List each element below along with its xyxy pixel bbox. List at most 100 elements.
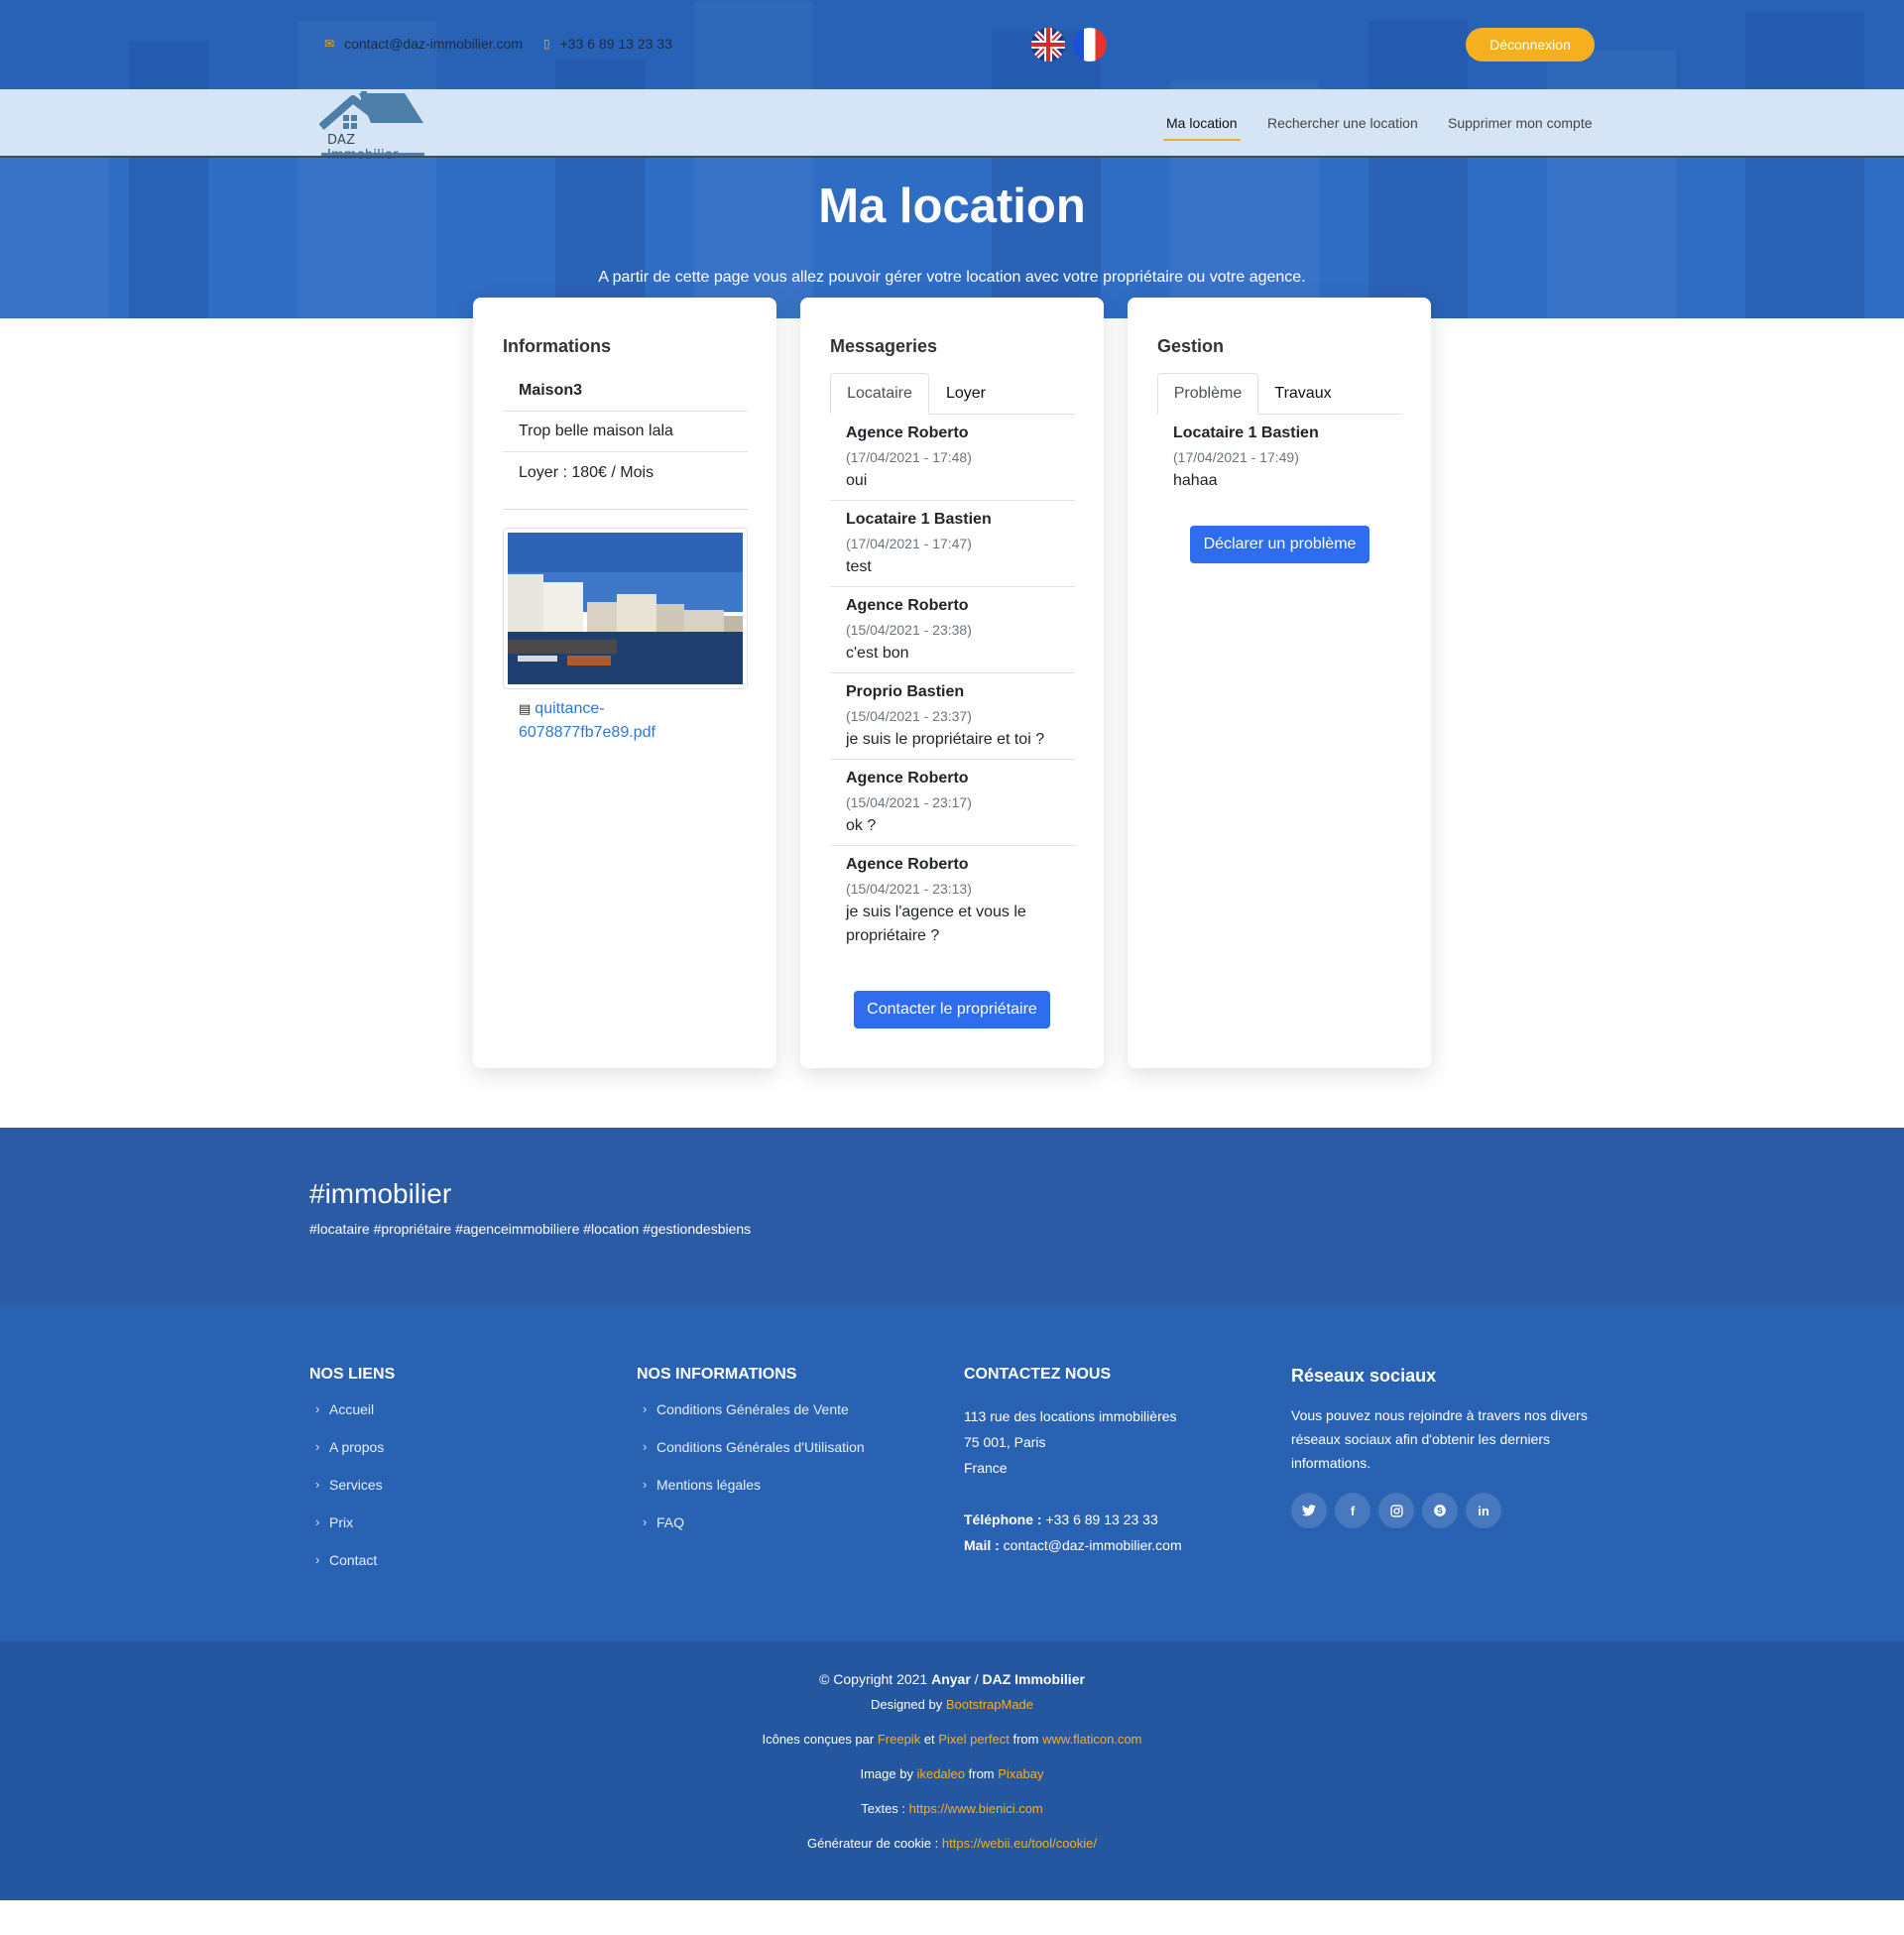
list-item: Locataire 1 Bastien (17/04/2021 - 17:47)… [830, 501, 1075, 587]
address-line: 75 001, Paris [964, 1434, 1046, 1450]
social-description: Vous pouvez nous rejoindre à travers nos… [1291, 1407, 1588, 1471]
footer-link-prix[interactable]: › Prix [309, 1514, 384, 1552]
list-item: Agence Roberto (15/04/2021 - 23:13) je s… [846, 856, 1026, 944]
divider [503, 509, 748, 510]
daz-logo[interactable]: DAZ Immobilier [318, 89, 426, 163]
footer-link-faq[interactable]: › FAQ [637, 1514, 865, 1552]
chevron-right-icon: › [315, 1401, 320, 1416]
logout-button[interactable]: Déconnexion [1466, 28, 1595, 61]
tab-loyer[interactable]: Loyer [929, 373, 1003, 415]
pixabay-link[interactable]: Pixabay [998, 1766, 1043, 1781]
chevron-right-icon: › [643, 1477, 648, 1492]
flaticon-link[interactable]: www.flaticon.com [1042, 1732, 1141, 1747]
french-flag-icon[interactable] [1073, 28, 1107, 61]
bootstrapmade-link[interactable]: BootstrapMade [946, 1697, 1033, 1712]
instagram-icon[interactable] [1378, 1493, 1414, 1528]
page-title: Ma location [818, 180, 1086, 233]
tab-travaux[interactable]: Travaux [1258, 373, 1348, 415]
messageries-card: Messageries Locataire Loyer Agence Rober… [800, 298, 1104, 1068]
envelope-icon: ✉ [324, 37, 335, 51]
messageries-tabs: Locataire Loyer [830, 373, 1075, 415]
copyright-line: © Copyright 2021 Anyar / DAZ Immobilier [819, 1671, 1085, 1687]
chevron-right-icon: › [315, 1439, 320, 1454]
chevron-right-icon: › [315, 1477, 320, 1492]
messageries-title: Messageries [830, 336, 938, 356]
property-photo[interactable] [503, 528, 748, 689]
property-description: Trop belle maison lala [503, 412, 748, 452]
list-item: Agence Roberto (15/04/2021 - 23:17) ok ? [830, 760, 1075, 846]
quittance-pdf-link[interactable]: ▤ quittance-6078877fb7e89.pdf [519, 697, 717, 745]
gestion-list: Locataire 1 Bastien (17/04/2021 - 17:49)… [1157, 415, 1402, 500]
english-flag-icon[interactable] [1031, 28, 1065, 61]
hero-banner: ✉ contact@daz-immobilier.com ▯ +33 6 89 … [0, 0, 1904, 318]
cookie-credit-line: Générateur de cookie : https://webii.eu/… [807, 1836, 1097, 1851]
messages-list: Agence Roberto (17/04/2021 - 17:48) oui … [830, 415, 1075, 955]
footer-link-cgv[interactable]: › Conditions Générales de Vente [637, 1401, 865, 1439]
topbar [0, 0, 1904, 89]
gestion-card: Gestion Problème Travaux Locataire 1 Bas… [1128, 298, 1431, 1068]
footer-links: › Accueil › A propos › Services › Prix › Cont… [309, 1401, 384, 1590]
tab-locataire[interactable]: Locataire [830, 373, 929, 415]
address-line: France [964, 1460, 1008, 1476]
topbar-phone[interactable]: ▯ +33 6 89 13 23 33 [543, 36, 672, 52]
band-title: #immobilier [309, 1178, 452, 1209]
list-item: Locataire 1 Bastien (17/04/2021 - 17:49)… [1173, 424, 1319, 489]
informations-list: Maison3 Trop belle maison lala Loyer : 1… [503, 371, 748, 493]
designed-by-line: Designed by BootstrapMade [870, 1697, 1034, 1712]
gestion-tabs: Problème Travaux [1157, 373, 1402, 415]
topbar-email[interactable]: ✉ contact@daz-immobilier.com [324, 36, 523, 52]
footer-contact: 113 rue des locations immobilières 75 00… [964, 1403, 1202, 1558]
nav-supprimer-compte[interactable]: Supprimer mon compte [1448, 115, 1593, 131]
nav-ma-location[interactable]: Ma location [1163, 115, 1241, 141]
icons-credit-line: Icônes conçues par Freepik et Pixel perf… [762, 1732, 1142, 1747]
copyright-section: © Copyright 2021 Anyar / DAZ Immobilier … [0, 1641, 1904, 1900]
footer-link-a-propos[interactable]: › A propos [309, 1439, 384, 1477]
footer-mail: Mail : contact@daz-immobilier.com [964, 1537, 1182, 1553]
contact-owner-button[interactable]: Contacter le propriétaire [854, 991, 1050, 1028]
gestion-title: Gestion [1157, 336, 1225, 356]
skype-icon[interactable]: S [1422, 1493, 1458, 1528]
pixel-perfect-link[interactable]: Pixel perfect [938, 1732, 1010, 1747]
facebook-icon[interactable]: f [1335, 1493, 1370, 1528]
freepik-link[interactable]: Freepik [878, 1732, 920, 1747]
social-links: f S in [1291, 1493, 1509, 1528]
footer-link-services[interactable]: › Services [309, 1477, 384, 1514]
footer-phone: Téléphone : +33 6 89 13 23 33 [964, 1512, 1158, 1527]
main-navbar: DAZ Immobilier Ma location Rechercher un… [0, 89, 1904, 163]
footer-link-accueil[interactable]: › Accueil [309, 1401, 384, 1439]
chevron-right-icon: › [315, 1514, 320, 1529]
declare-problem-button[interactable]: Déclarer un problème [1190, 526, 1369, 563]
property-name: Maison3 [503, 371, 748, 412]
footer-link-cgu[interactable]: › Conditions Générales d'Utilisation [637, 1439, 865, 1477]
house-logo-icon [318, 91, 423, 131]
image-credit-line: Image by ikedaleo from Pixabay [860, 1766, 1044, 1781]
chevron-right-icon: › [315, 1552, 320, 1567]
texts-credit-line: Textes : https://www.bienici.com [861, 1801, 1043, 1816]
linkedin-icon[interactable]: in [1466, 1493, 1501, 1528]
list-item: Agence Roberto (15/04/2021 - 23:38) c'es… [830, 587, 1075, 673]
phone-icon: ▯ [543, 37, 550, 51]
footer-info-title: NOS INFORMATIONS [637, 1366, 797, 1383]
tab-probleme[interactable]: Problème [1157, 373, 1258, 415]
footer-link-mentions[interactable]: › Mentions légales [637, 1477, 865, 1514]
svg-text:S: S [1437, 1507, 1443, 1515]
bienici-link[interactable]: https://www.bienici.com [909, 1801, 1043, 1816]
chevron-right-icon: › [643, 1401, 648, 1416]
property-rent: Loyer : 180€ / Mois [519, 463, 654, 481]
band-tags: #locataire #propriétaire #agenceimmobili… [309, 1221, 752, 1237]
address-line: 113 rue des locations immobilières [964, 1408, 1177, 1424]
footer-contact-title: CONTACTEZ NOUS [964, 1366, 1112, 1383]
chevron-right-icon: › [643, 1514, 648, 1529]
social-title: Réseaux sociaux [1291, 1366, 1437, 1386]
nav-rechercher-location[interactable]: Rechercher une location [1267, 115, 1418, 131]
informations-card: Informations Maison3 Trop belle maison l… [473, 298, 776, 1068]
informations-title: Informations [503, 336, 612, 356]
file-pdf-icon: ▤ [519, 701, 532, 716]
footer-links-title: NOS LIENS [309, 1366, 396, 1383]
page-subtitle: A partir de cette page vous allez pouvoi… [598, 269, 1306, 286]
ikedaleo-link[interactable]: ikedaleo [917, 1766, 965, 1781]
twitter-icon[interactable] [1291, 1493, 1327, 1528]
footer-link-contact[interactable]: › Contact [309, 1552, 384, 1590]
webii-link[interactable]: https://webii.eu/tool/cookie/ [942, 1836, 1097, 1851]
footer: NOS LIENS › Accueil › A propos › Services ›… [0, 1304, 1904, 1641]
